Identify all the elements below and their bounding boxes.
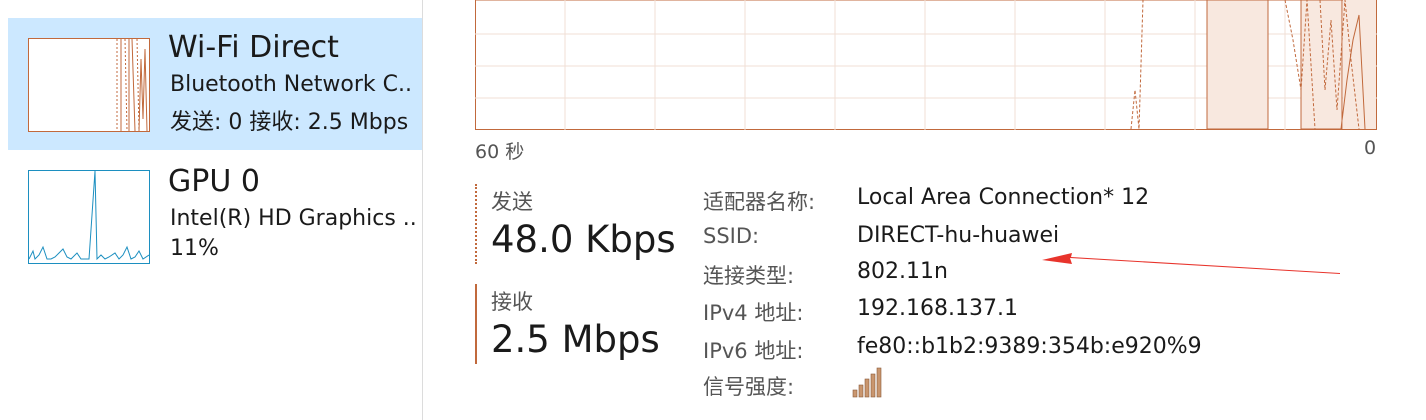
send-legend-line — [475, 184, 477, 264]
ipv4-value: 192.168.137.1 — [857, 296, 1018, 321]
wifi-direct-thumbnail — [28, 38, 150, 132]
adapter-name-value: Local Area Connection* 12 — [857, 185, 1150, 210]
connection-type-label: 连接类型: — [703, 264, 795, 288]
connection-type-value: 802.11n — [857, 259, 948, 284]
receive-value: 2.5 Mbps — [491, 318, 660, 361]
sidebar-item-wifi-direct[interactable]: Wi-Fi Direct Bluetooth Network C.. 发送: 0… — [8, 18, 422, 150]
sidebar-item-title: Wi-Fi Direct — [168, 30, 339, 65]
sidebar: Wi-Fi Direct Bluetooth Network C.. 发送: 0… — [0, 0, 422, 420]
sidebar-item-subtitle: Intel(R) HD Graphics .. — [170, 206, 417, 231]
signal-strength-icon — [852, 366, 884, 398]
ipv6-label: IPv6 地址: — [703, 339, 804, 363]
send-stat: 发送 48.0 Kbps — [475, 184, 695, 264]
ssid-label: SSID: — [703, 224, 760, 248]
panel-divider — [422, 0, 423, 420]
sidebar-item-stats: 发送: 0 接收: 2.5 Mbps — [170, 110, 409, 135]
throughput-graph — [475, 0, 1377, 130]
annotation-arrow — [1030, 245, 1350, 285]
receive-stat: 接收 2.5 Mbps — [475, 284, 695, 364]
graph-x-right-label: 0 — [1364, 137, 1377, 159]
ipv6-value: fe80::b1b2:9389:354b:e920%9 — [857, 334, 1202, 359]
sidebar-item-stats: 11% — [170, 236, 219, 261]
sidebar-item-title: GPU 0 — [168, 164, 260, 199]
gpu-thumbnail — [28, 170, 150, 264]
send-value: 48.0 Kbps — [491, 218, 676, 261]
receive-legend-line — [475, 284, 477, 364]
ssid-value: DIRECT-hu-huawei — [857, 223, 1060, 248]
sidebar-item-gpu-0[interactable]: GPU 0 Intel(R) HD Graphics .. 11% — [8, 150, 422, 282]
send-label: 发送 — [491, 190, 533, 214]
signal-strength-label: 信号强度: — [703, 375, 795, 399]
receive-label: 接收 — [491, 290, 533, 314]
adapter-name-label: 适配器名称: — [703, 190, 816, 214]
ipv4-label: IPv4 地址: — [703, 301, 804, 325]
graph-x-left-label: 60 秒 — [475, 141, 525, 163]
sidebar-item-subtitle: Bluetooth Network C.. — [170, 72, 412, 97]
